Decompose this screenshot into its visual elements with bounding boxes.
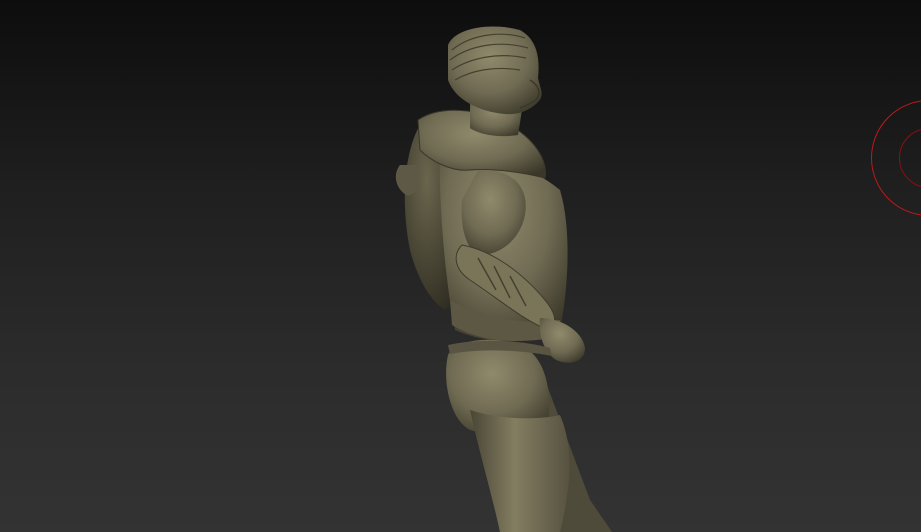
sculpted-figure-model[interactable] <box>0 0 921 532</box>
front-leg <box>470 410 570 532</box>
fist <box>539 318 585 363</box>
sculpt-viewport[interactable] <box>0 0 921 532</box>
head <box>448 26 542 115</box>
back-arm <box>395 165 420 196</box>
